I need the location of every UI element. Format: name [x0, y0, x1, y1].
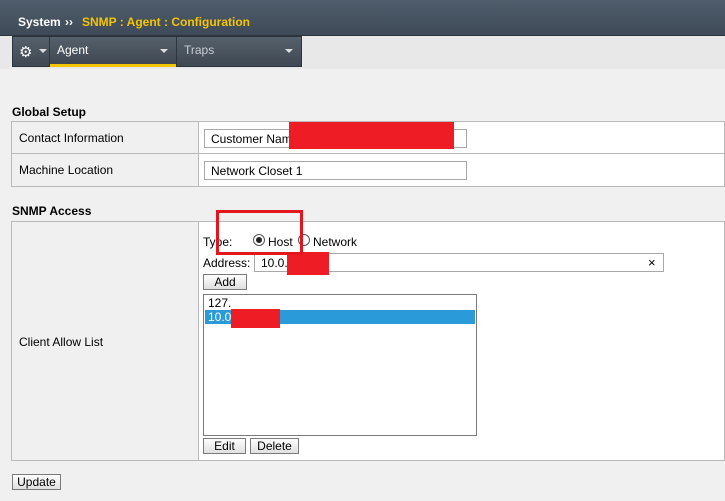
page-title: SNMP : Agent : Configuration: [82, 15, 250, 29]
close-icon[interactable]: ×: [648, 255, 656, 270]
breadcrumb-separator: ››: [65, 15, 73, 29]
label-cell: Client Allow List: [12, 222, 199, 460]
contact-information-label: Contact Information: [19, 131, 124, 145]
global-setup-heading: Global Setup: [12, 105, 87, 119]
address-label: Address:: [203, 256, 251, 270]
tab-agent-label: Agent: [57, 43, 89, 57]
redaction-block: [231, 309, 280, 328]
redaction-block: [287, 252, 329, 275]
redaction-block: [289, 122, 454, 149]
chevron-down-icon: [160, 49, 168, 53]
breadcrumb: System ›› SNMP : Agent : Configuration: [0, 0, 725, 36]
type-network-label[interactable]: Network: [313, 235, 357, 249]
gear-icon: ⚙: [19, 44, 33, 61]
tab-bar: ⚙ Agent Traps: [0, 36, 725, 69]
client-allow-list-label: Client Allow List: [19, 335, 104, 349]
breadcrumb-system[interactable]: System: [18, 15, 61, 29]
tab-agent[interactable]: Agent: [50, 36, 176, 67]
machine-location-input[interactable]: [204, 161, 467, 180]
settings-menu-button[interactable]: ⚙: [12, 36, 50, 67]
add-button[interactable]: Add: [203, 274, 247, 290]
delete-button[interactable]: Delete: [250, 438, 299, 454]
update-button[interactable]: Update: [12, 474, 61, 490]
machine-location-label: Machine Location: [19, 163, 114, 177]
list-item[interactable]: 127.: [205, 296, 475, 310]
snmp-access-heading: SNMP Access: [12, 204, 92, 218]
edit-button[interactable]: Edit: [203, 438, 246, 454]
chevron-down-icon: [285, 49, 293, 53]
annotation-highlight-box: [216, 210, 303, 255]
label-cell: Contact Information: [12, 122, 199, 153]
tab-traps[interactable]: Traps: [176, 36, 302, 67]
tab-traps-label: Traps: [184, 43, 215, 57]
chevron-down-icon: [39, 49, 47, 53]
machine-location-row: Machine Location: [11, 153, 725, 187]
label-cell: Machine Location: [12, 154, 199, 186]
